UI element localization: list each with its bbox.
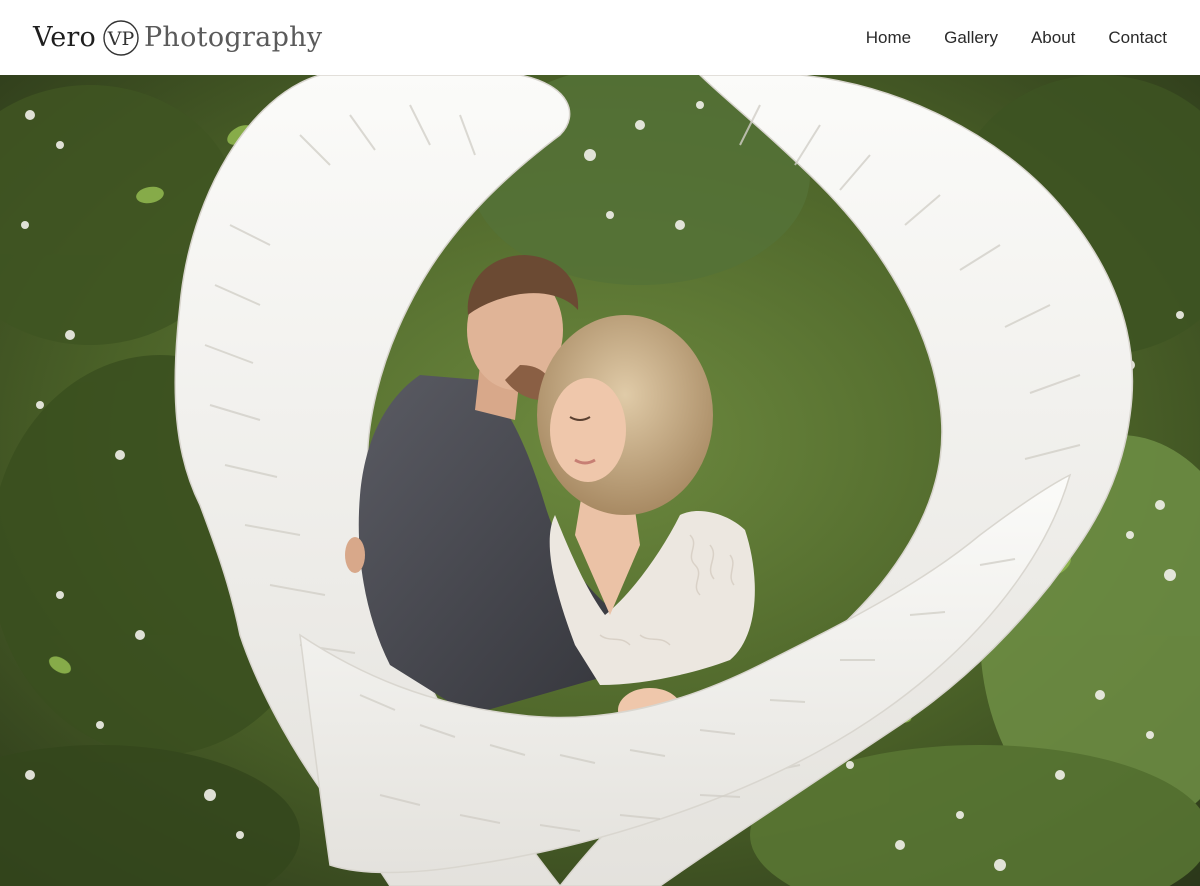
site-header: Vero VP Photography Home Gallery About C… bbox=[0, 0, 1200, 75]
hero-photo bbox=[0, 75, 1200, 886]
brand-name-right: Photography bbox=[143, 22, 323, 53]
nav-gallery[interactable]: Gallery bbox=[944, 28, 998, 48]
nav-home[interactable]: Home bbox=[866, 28, 911, 48]
nav-contact[interactable]: Contact bbox=[1108, 28, 1167, 48]
monogram-icon: VP bbox=[103, 19, 139, 56]
monogram-text: VP bbox=[107, 28, 135, 50]
brand-logo[interactable]: Vero VP Photography bbox=[33, 18, 322, 58]
bride-face bbox=[550, 378, 626, 482]
brand-name-left: Vero bbox=[33, 22, 96, 53]
nav-about[interactable]: About bbox=[1031, 28, 1075, 48]
hero-image bbox=[0, 75, 1200, 886]
main-nav: Home Gallery About Contact bbox=[866, 28, 1167, 48]
groom-hand bbox=[345, 537, 365, 573]
